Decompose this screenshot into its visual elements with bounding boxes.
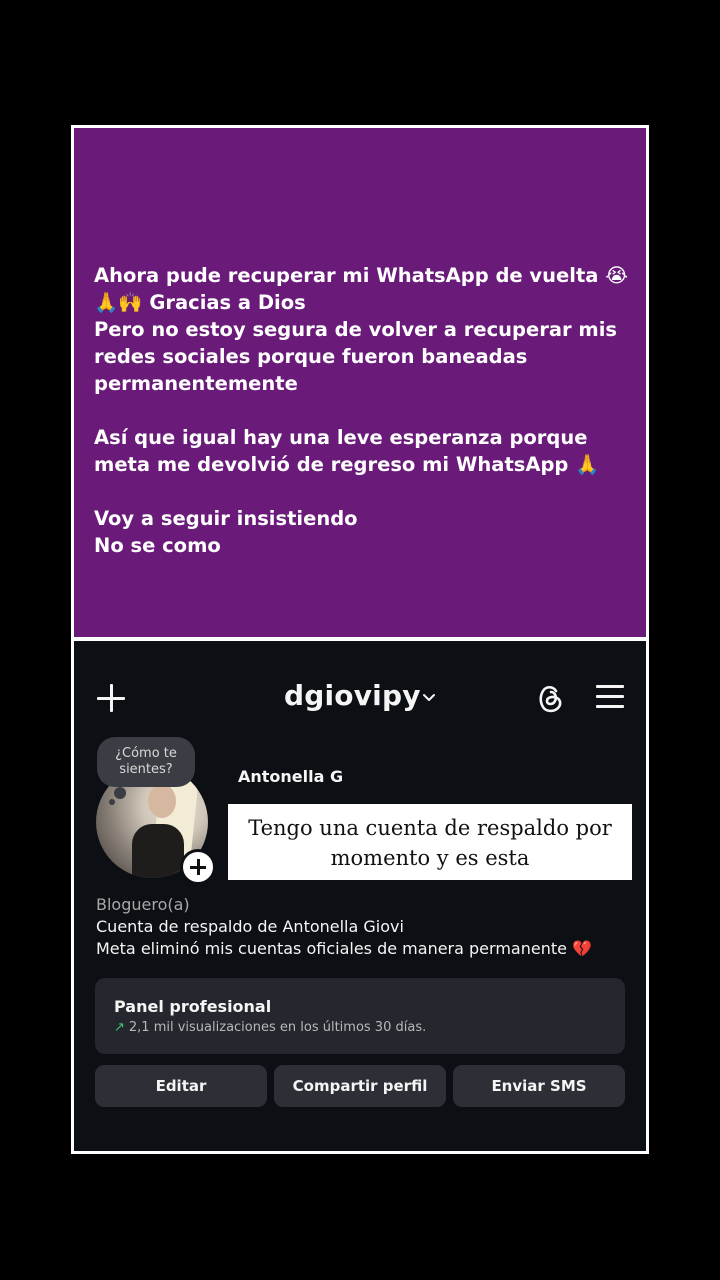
bio-category: Bloguero(a) bbox=[96, 895, 190, 914]
text-post: Ahora pude recuperar mi WhatsApp de vuel… bbox=[74, 128, 646, 637]
add-story-button[interactable] bbox=[180, 849, 216, 885]
panel-stat: ↗ 2,1 mil visualizaciones en los últimos … bbox=[114, 1020, 426, 1035]
professional-dashboard-button[interactable]: Panel profesional ↗ 2,1 mil visualizacion… bbox=[95, 978, 625, 1054]
note-bubble-tail bbox=[114, 787, 126, 799]
share-profile-button[interactable]: Compartir perfil bbox=[274, 1065, 446, 1107]
profile-bio: Bloguero(a) Cuenta de respaldo de Antone… bbox=[96, 894, 592, 960]
display-name: Antonella G bbox=[238, 767, 344, 786]
post-text: Ahora pude recuperar mi WhatsApp de vuel… bbox=[94, 264, 628, 557]
chevron-down-icon[interactable] bbox=[422, 691, 436, 705]
bio-line: Cuenta de respaldo de Antonella Giovi bbox=[96, 917, 404, 936]
panel-title: Panel profesional bbox=[114, 997, 272, 1016]
send-sms-button[interactable]: Enviar SMS bbox=[453, 1065, 625, 1107]
account-username[interactable]: dgiovipy bbox=[284, 679, 421, 712]
create-plus-icon[interactable] bbox=[96, 683, 126, 713]
panel-stat-text: 2,1 mil visualizaciones en los últimos 3… bbox=[128, 1020, 427, 1035]
note-bubble-tail-dot bbox=[109, 799, 115, 805]
bio-line: Meta eliminó mis cuentas oficiales de ma… bbox=[96, 939, 592, 958]
threads-icon[interactable] bbox=[534, 681, 566, 715]
edit-profile-button[interactable]: Editar bbox=[95, 1065, 267, 1107]
trend-up-icon: ↗ bbox=[114, 1020, 125, 1035]
note-bubble[interactable]: ¿Cómo te sientes? bbox=[97, 737, 195, 787]
menu-icon[interactable] bbox=[596, 685, 624, 709]
profile-screen: dgiovipy ¿Cómo te sientes? Antonella G T… bbox=[74, 641, 646, 1151]
caption-overlay: Tengo una cuenta de respaldo por momento… bbox=[228, 804, 632, 880]
